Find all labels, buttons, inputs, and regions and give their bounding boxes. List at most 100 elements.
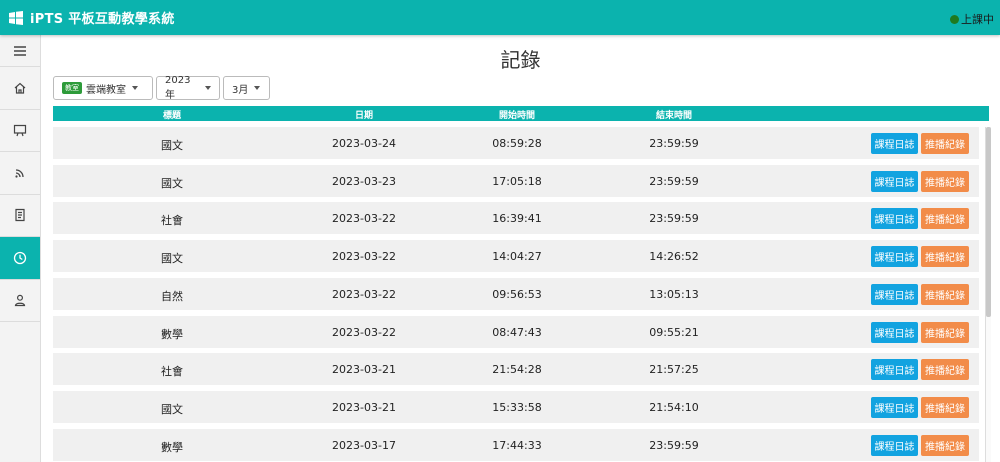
cell-start-time: 14:04:27 (492, 250, 542, 264)
cell-subject: 國文 (161, 176, 183, 190)
menu-icon (14, 45, 26, 56)
broadcast-record-button[interactable]: 推播紀錄 (921, 283, 969, 305)
month-value: 3月 (232, 84, 249, 96)
scrollbar-thumb[interactable] (986, 127, 991, 317)
broadcast-record-button[interactable]: 推播紀錄 (921, 246, 969, 268)
table-row: 國文 2023-03-21 15:33:58 21:54:10 課程日誌 推播紀… (53, 390, 979, 423)
cell-end-time: 14:26:52 (649, 250, 699, 264)
page-title: 記錄 (500, 48, 541, 72)
cell-start-time: 16:39:41 (492, 212, 542, 226)
course-log-button[interactable]: 課程日誌 (871, 359, 918, 381)
cell-subject: 國文 (161, 402, 183, 416)
cell-date: 2023-03-22 (332, 325, 396, 339)
sidebar-item-document[interactable] (0, 195, 40, 237)
vertical-scrollbar[interactable] (985, 127, 991, 462)
course-log-button[interactable]: 課程日誌 (871, 170, 918, 192)
cell-subject: 數學 (161, 440, 183, 454)
sidebar (0, 35, 41, 462)
cell-date: 2023-03-23 (332, 174, 396, 188)
broadcast-record-button[interactable]: 推播紀錄 (921, 170, 969, 192)
column-header-date: 日期 (354, 111, 373, 121)
document-icon (15, 209, 25, 222)
top-bar: iPTS 平板互動教學系統 上課中 (0, 0, 1000, 35)
cell-end-time: 21:57:25 (649, 363, 699, 377)
table-row: 自然 2023-03-22 09:56:53 13:05:13 課程日誌 推播紀… (53, 277, 979, 310)
classroom-value: 雲端教室 (86, 84, 126, 96)
chevron-down-icon (205, 86, 211, 90)
course-log-button[interactable]: 課程日誌 (871, 208, 918, 230)
cell-end-time: 23:59:59 (649, 137, 699, 150)
column-header-subject: 標題 (162, 111, 181, 121)
course-log-button[interactable]: 課程日誌 (871, 246, 918, 268)
course-log-button[interactable]: 課程日誌 (871, 321, 918, 343)
main-content: 記錄 教室 雲端教室 2023年 3月 標題 日期 開始時間 結束時間 國文 2… (41, 35, 1000, 462)
table-row: 國文 2023-03-23 17:05:18 23:59:59 課程日誌 推播紀… (53, 164, 979, 197)
table-row: 社會 2023-03-21 21:54:28 21:57:25 課程日誌 推播紀… (53, 353, 979, 386)
course-log-button[interactable]: 課程日誌 (871, 396, 918, 418)
broadcast-record-button[interactable]: 推播紀錄 (921, 321, 969, 343)
broadcast-record-button[interactable]: 推播紀錄 (921, 396, 969, 418)
chevron-down-icon (132, 86, 138, 90)
cell-end-time: 23:59:59 (649, 212, 699, 226)
cell-start-time: 17:05:18 (492, 174, 542, 188)
windows-logo-icon (8, 10, 24, 25)
course-log-button[interactable]: 課程日誌 (871, 434, 918, 456)
cell-subject: 社會 (161, 365, 183, 379)
board-icon (13, 125, 27, 137)
broadcast-record-button[interactable]: 推播紀錄 (921, 133, 969, 154)
course-log-button[interactable]: 課程日誌 (871, 133, 918, 154)
sidebar-item-records[interactable] (0, 237, 40, 280)
status-label: 上課中 (961, 13, 994, 26)
status-dot-icon (950, 14, 959, 24)
broadcast-record-button[interactable]: 推播紀錄 (921, 208, 969, 230)
filter-bar: 教室 雲端教室 2023年 3月 (53, 75, 270, 101)
classroom-select[interactable]: 教室 雲端教室 (53, 76, 153, 100)
cell-date: 2023-03-21 (332, 363, 396, 377)
column-header-end: 結束時間 (655, 111, 692, 121)
cell-date: 2023-03-22 (332, 212, 396, 226)
home-icon (14, 82, 26, 94)
clock-icon (13, 251, 27, 264)
sidebar-item-home[interactable] (0, 67, 40, 110)
table-row: 國文 2023-03-22 14:04:27 14:26:52 課程日誌 推播紀… (53, 240, 979, 273)
sidebar-item-user[interactable] (0, 280, 40, 322)
course-log-button[interactable]: 課程日誌 (871, 283, 918, 305)
cell-end-time: 21:54:10 (649, 400, 699, 414)
sidebar-menu-toggle[interactable] (0, 35, 40, 67)
year-value: 2023年 (165, 75, 191, 101)
sidebar-item-broadcast[interactable] (0, 152, 40, 195)
year-select[interactable]: 2023年 (156, 75, 220, 101)
cell-end-time: 23:59:59 (649, 174, 699, 188)
table-header: 標題 日期 開始時間 結束時間 (53, 106, 989, 121)
cell-subject: 國文 (161, 252, 183, 266)
month-select[interactable]: 3月 (223, 76, 270, 100)
cell-start-time: 17:44:33 (492, 438, 542, 452)
app-title: iPTS 平板互動教學系統 (30, 12, 175, 27)
cell-end-time: 09:55:21 (649, 325, 699, 339)
cell-date: 2023-03-22 (332, 287, 396, 301)
cell-start-time: 08:59:28 (492, 137, 542, 150)
cell-start-time: 21:54:28 (492, 363, 542, 377)
broadcast-record-button[interactable]: 推播紀錄 (921, 359, 969, 381)
class-status: 上課中 (950, 11, 994, 27)
user-icon (14, 295, 26, 307)
cell-date: 2023-03-21 (332, 400, 396, 414)
cell-subject: 國文 (161, 139, 183, 152)
table-row: 社會 2023-03-22 16:39:41 23:59:59 課程日誌 推播紀… (53, 202, 979, 235)
cell-end-time: 23:59:59 (649, 438, 699, 452)
broadcast-icon (15, 169, 24, 178)
cell-end-time: 13:05:13 (649, 287, 699, 301)
cell-start-time: 15:33:58 (492, 400, 542, 414)
table-row: 數學 2023-03-22 08:47:43 09:55:21 課程日誌 推播紀… (53, 315, 979, 348)
column-header-start: 開始時間 (498, 111, 535, 121)
table-row: 數學 2023-03-17 17:44:33 23:59:59 課程日誌 推播紀… (53, 428, 979, 461)
cell-date: 2023-03-17 (332, 438, 396, 452)
chevron-down-icon (254, 86, 261, 90)
cell-subject: 數學 (161, 327, 183, 341)
sidebar-item-board[interactable] (0, 110, 40, 152)
cell-start-time: 09:56:53 (492, 287, 542, 301)
cell-subject: 自然 (161, 289, 183, 303)
cell-date: 2023-03-24 (332, 137, 396, 150)
broadcast-record-button[interactable]: 推播紀錄 (921, 434, 969, 456)
cell-date: 2023-03-22 (332, 250, 396, 264)
